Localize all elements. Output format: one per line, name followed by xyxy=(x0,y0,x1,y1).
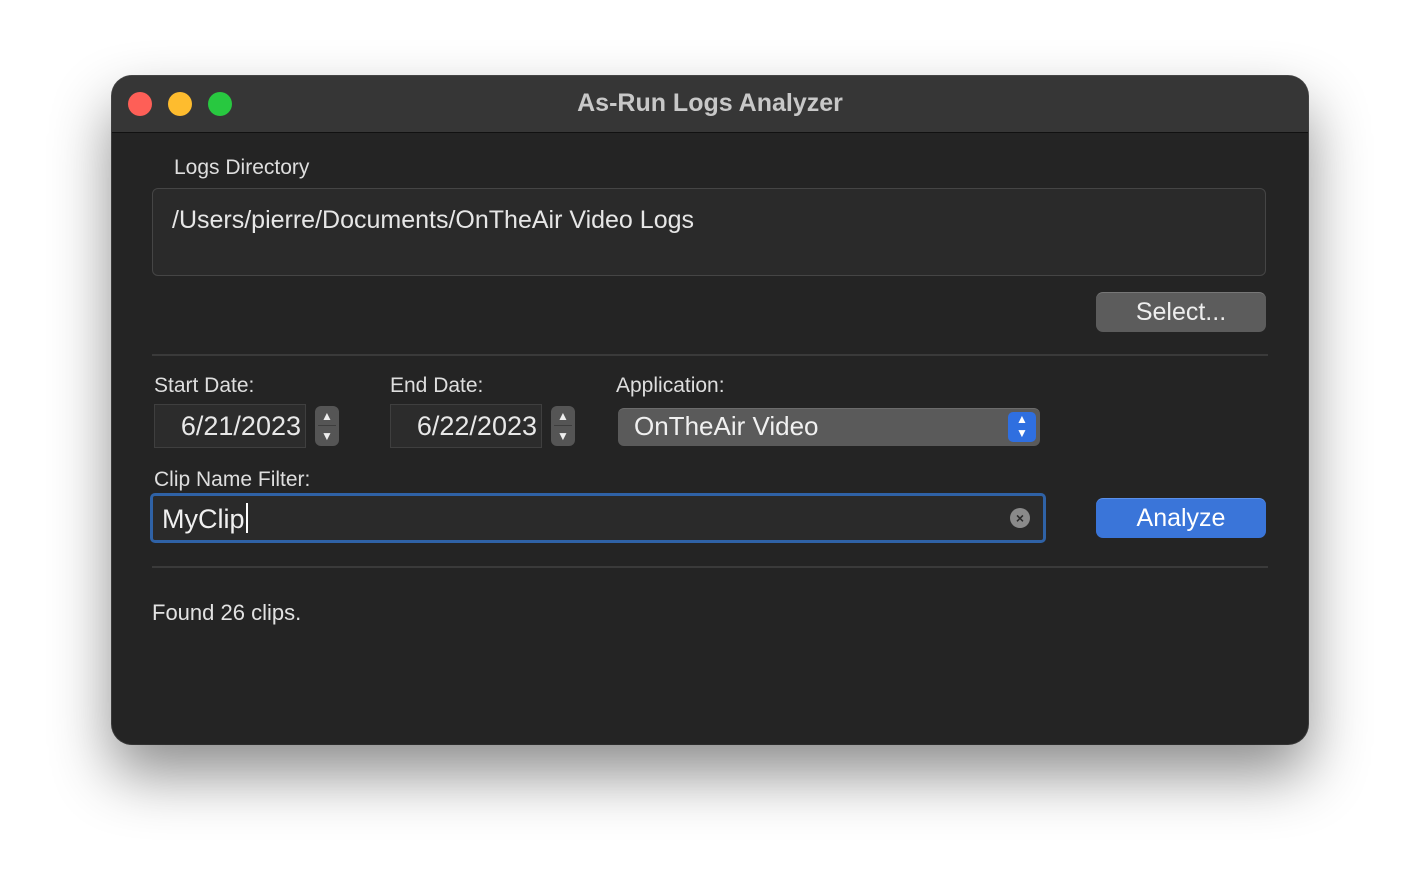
divider xyxy=(152,566,1268,568)
select-directory-button[interactable]: Select... xyxy=(1096,292,1266,332)
window-title: As-Run Logs Analyzer xyxy=(577,89,843,117)
application-popup[interactable]: OnTheAir Video ▲ ▼ xyxy=(618,408,1040,446)
logs-directory-label: Logs Directory xyxy=(174,156,310,179)
clip-filter-label: Clip Name Filter: xyxy=(154,468,311,491)
end-date-stepper[interactable]: ▲ ▼ xyxy=(551,406,575,446)
start-date-stepper[interactable]: ▲ ▼ xyxy=(315,406,339,446)
clip-filter-text: MyClip xyxy=(162,504,245,534)
clip-name-filter-input[interactable]: MyClip × xyxy=(150,493,1046,543)
title-bar[interactable]: As-Run Logs Analyzer xyxy=(112,76,1308,133)
application-label: Application: xyxy=(616,374,725,397)
chevron-down-icon[interactable]: ▼ xyxy=(315,426,339,446)
clear-icon[interactable]: × xyxy=(1010,508,1030,528)
up-down-arrows-icon: ▲ ▼ xyxy=(1008,412,1036,442)
divider xyxy=(152,354,1268,356)
chevron-up-icon[interactable]: ▲ xyxy=(315,406,339,426)
application-selected: OnTheAir Video xyxy=(634,411,819,441)
clip-filter-value: MyClip xyxy=(162,503,248,535)
chevron-down-icon[interactable]: ▼ xyxy=(551,426,575,446)
start-date-field[interactable]: 6/21/2023 xyxy=(154,404,306,448)
chevron-up-icon[interactable]: ▲ xyxy=(551,406,575,426)
start-date-label: Start Date: xyxy=(154,374,255,397)
status-text: Found 26 clips. xyxy=(152,600,302,625)
logs-directory-path: /Users/pierre/Documents/OnTheAir Video L… xyxy=(172,206,694,234)
app-window: As-Run Logs Analyzer Logs Directory /Use… xyxy=(112,76,1308,744)
logs-directory-field[interactable]: /Users/pierre/Documents/OnTheAir Video L… xyxy=(152,188,1266,276)
end-date-field[interactable]: 6/22/2023 xyxy=(390,404,542,448)
text-caret xyxy=(245,503,248,533)
analyze-button[interactable]: Analyze xyxy=(1096,498,1266,538)
end-date-label: End Date: xyxy=(390,374,484,397)
